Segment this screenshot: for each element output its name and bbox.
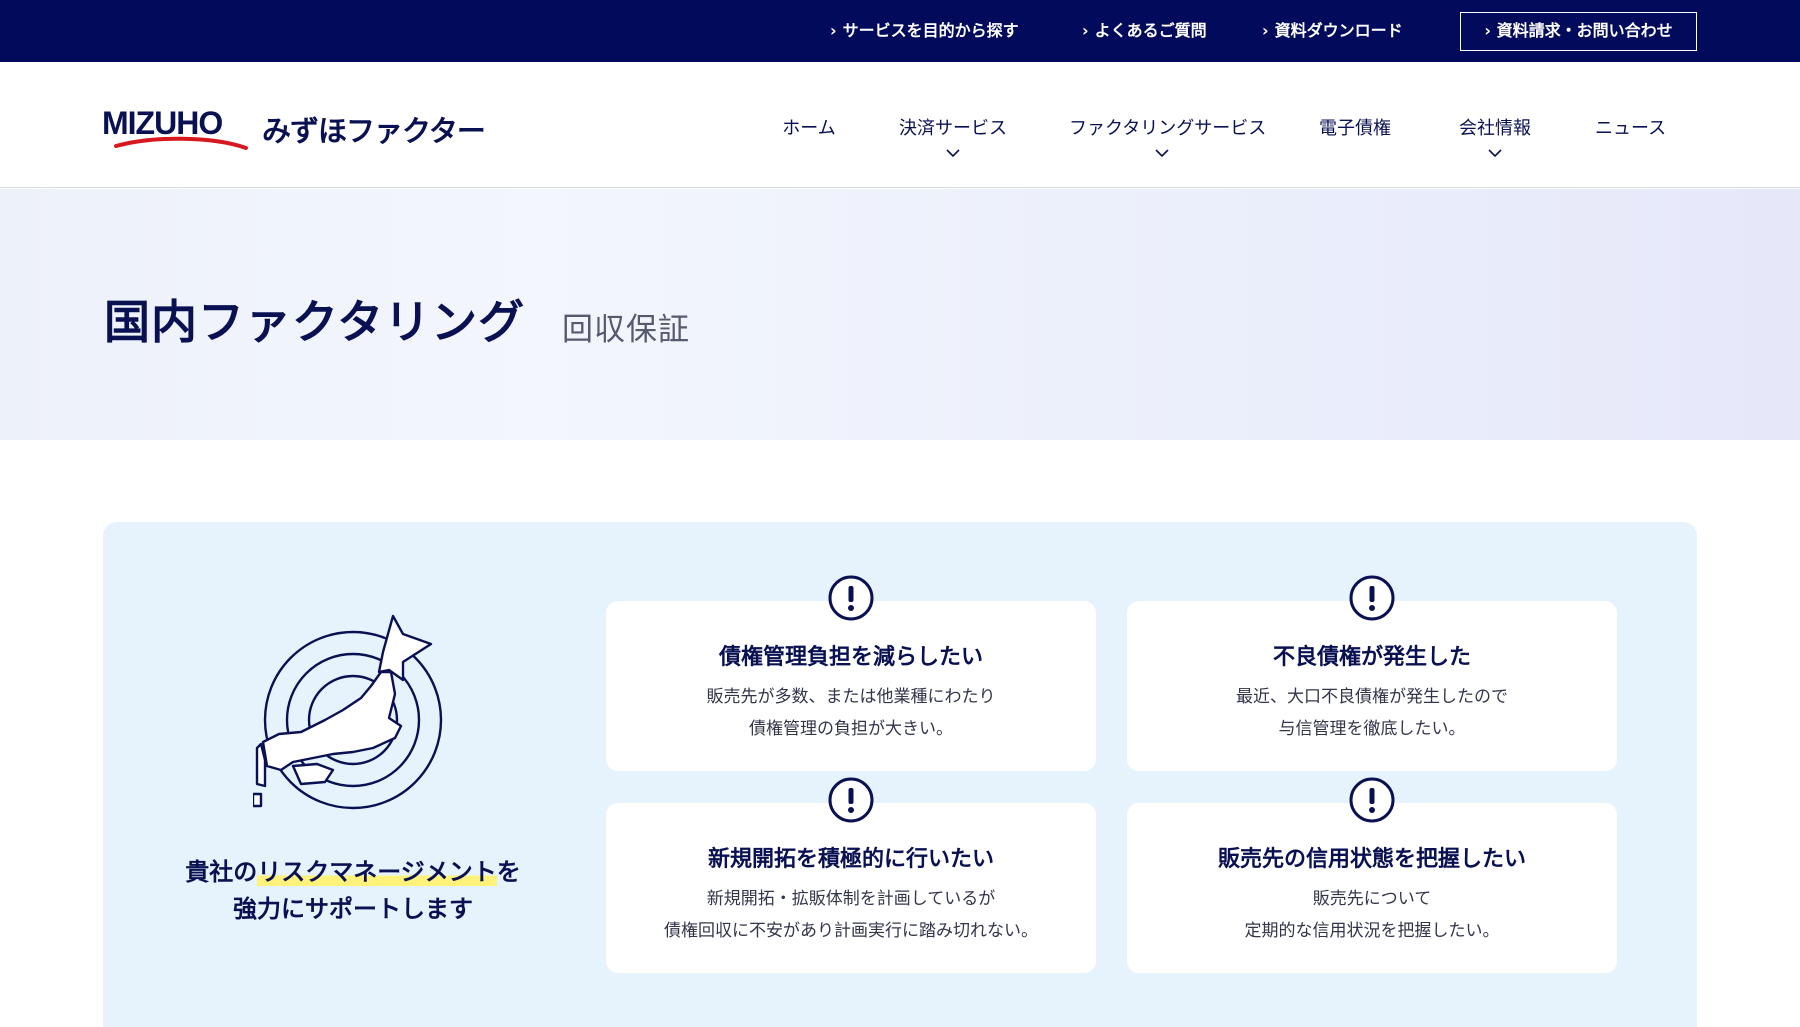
contact-request-label: 資料請求・お問い合わせ bbox=[1496, 21, 1673, 40]
risk-management-panel: 貴社のリスクマネージメントを 強力にサポートします 債権管理負担を減らしたい 販… bbox=[103, 522, 1697, 1027]
utility-bar: › サービスを目的から探す › よくあるご質問 › 資料ダウンロード › 資料請求・お… bbox=[0, 0, 1800, 62]
nav-label: 決済サービス bbox=[899, 118, 1007, 139]
card-description: 販売先が多数、または他業種にわたり 債権管理の負担が大きい。 bbox=[606, 681, 1096, 745]
site-header: MIZUHO みずほファクター ホーム 決済サービス ファクタリングサービス 電… bbox=[0, 62, 1800, 188]
card-line: 新規開拓・拡販体制を計画しているが bbox=[706, 889, 996, 909]
topbar-link-label: サービスを目的から探す bbox=[842, 21, 1019, 40]
topbar-link-download[interactable]: › 資料ダウンロード bbox=[1262, 0, 1403, 62]
topbar-link-label: 資料ダウンロード bbox=[1274, 21, 1403, 40]
card-title: 不良債権が発生した bbox=[1272, 645, 1471, 670]
contact-request-button[interactable]: › 資料請求・お問い合わせ bbox=[1460, 12, 1697, 51]
card-line: 債権回収に不安があり計画実行に踏み切れない。 bbox=[664, 921, 1038, 941]
page-title: 国内ファクタリング bbox=[104, 295, 526, 349]
tagline-highlight: リスクマネージメント bbox=[257, 858, 497, 886]
chevron-right-icon: › bbox=[1484, 21, 1497, 40]
concern-card: 新規開拓を積極的に行いたい 新規開拓・拡販体制を計画しているが 債権回収に不安が… bbox=[606, 777, 1096, 973]
card-description: 新規開拓・拡販体制を計画しているが 債権回収に不安があり計画実行に踏み切れない。 bbox=[606, 883, 1096, 947]
card-title: 新規開拓を積極的に行いたい bbox=[707, 847, 994, 872]
chevron-right-icon: › bbox=[830, 21, 837, 40]
nav-factoring-services[interactable]: ファクタリングサービス bbox=[1069, 114, 1266, 158]
card-line: 債権管理の負担が大きい。 bbox=[749, 719, 953, 739]
card-title: 債権管理負担を減らしたい bbox=[718, 645, 983, 670]
chevron-right-icon: › bbox=[1082, 21, 1089, 40]
mizuho-logo-mark: MIZUHO bbox=[102, 105, 248, 150]
nav-label: 会社情報 bbox=[1459, 118, 1531, 139]
chevron-right-icon: › bbox=[1262, 21, 1269, 40]
nav-electronic-claims[interactable]: 電子債権 bbox=[1317, 114, 1393, 140]
page-hero: 国内ファクタリング 回収保証 bbox=[0, 189, 1800, 440]
nav-label: 電子債権 bbox=[1319, 118, 1391, 139]
nav-label: ホーム bbox=[782, 118, 836, 139]
exclamation-circle-icon bbox=[1349, 777, 1395, 823]
card-line: 与信管理を徹底したい。 bbox=[1278, 719, 1466, 739]
nav-company-info[interactable]: 会社情報 bbox=[1457, 114, 1533, 158]
card-line: 定期的な信用状況を把握したい。 bbox=[1244, 921, 1500, 941]
logo-mark-text: MIZUHO bbox=[102, 105, 222, 141]
tagline-pre: 貴社の bbox=[185, 858, 258, 886]
exclamation-circle-icon bbox=[828, 777, 874, 823]
nav-label: ニュース bbox=[1595, 118, 1667, 139]
tagline-post: を bbox=[496, 858, 521, 886]
card-description: 販売先について 定期的な信用状況を把握したい。 bbox=[1127, 883, 1617, 947]
tagline-line2: 強力にサポートします bbox=[233, 895, 473, 923]
card-description: 最近、大口不良債権が発生したので 与信管理を徹底したい。 bbox=[1127, 681, 1617, 745]
topbar-link-label: よくあるご質問 bbox=[1094, 21, 1207, 40]
site-logo[interactable]: MIZUHO みずほファクター bbox=[102, 104, 486, 160]
topbar-link-faq[interactable]: › よくあるご質問 bbox=[1082, 0, 1207, 62]
concern-card: 不良債権が発生した 最近、大口不良債権が発生したので 与信管理を徹底したい。 bbox=[1127, 575, 1617, 771]
panel-tagline: 貴社のリスクマネージメントを 強力にサポートします bbox=[103, 854, 603, 928]
exclamation-circle-icon bbox=[1349, 575, 1395, 621]
nav-label: ファクタリングサービス bbox=[1069, 118, 1267, 139]
logo-company-name: みずほファクター bbox=[262, 114, 486, 148]
topbar-link-search-by-purpose[interactable]: › サービスを目的から探す bbox=[830, 0, 1019, 62]
nav-payment-services[interactable]: 決済サービス bbox=[898, 114, 1008, 158]
card-title: 販売先の信用状態を把握したい bbox=[1217, 847, 1526, 872]
nav-news[interactable]: ニュース bbox=[1595, 114, 1667, 140]
card-line: 最近、大口不良債権が発生したので bbox=[1236, 687, 1508, 707]
exclamation-circle-icon bbox=[828, 575, 874, 621]
card-line: 販売先について bbox=[1312, 889, 1432, 909]
card-line: 販売先が多数、または他業種にわたり bbox=[706, 687, 996, 707]
concern-card: 債権管理負担を減らしたい 販売先が多数、または他業種にわたり 債権管理の負担が大… bbox=[606, 575, 1096, 771]
japan-target-illustration bbox=[253, 614, 443, 810]
nav-home[interactable]: ホーム bbox=[781, 114, 837, 140]
concern-card: 販売先の信用状態を把握したい 販売先について 定期的な信用状況を把握したい。 bbox=[1127, 777, 1617, 973]
chevron-down-icon bbox=[1155, 149, 1169, 158]
chevron-down-icon bbox=[946, 149, 960, 158]
chevron-down-icon bbox=[1488, 149, 1502, 158]
page-subtitle: 回収保証 bbox=[562, 312, 690, 348]
